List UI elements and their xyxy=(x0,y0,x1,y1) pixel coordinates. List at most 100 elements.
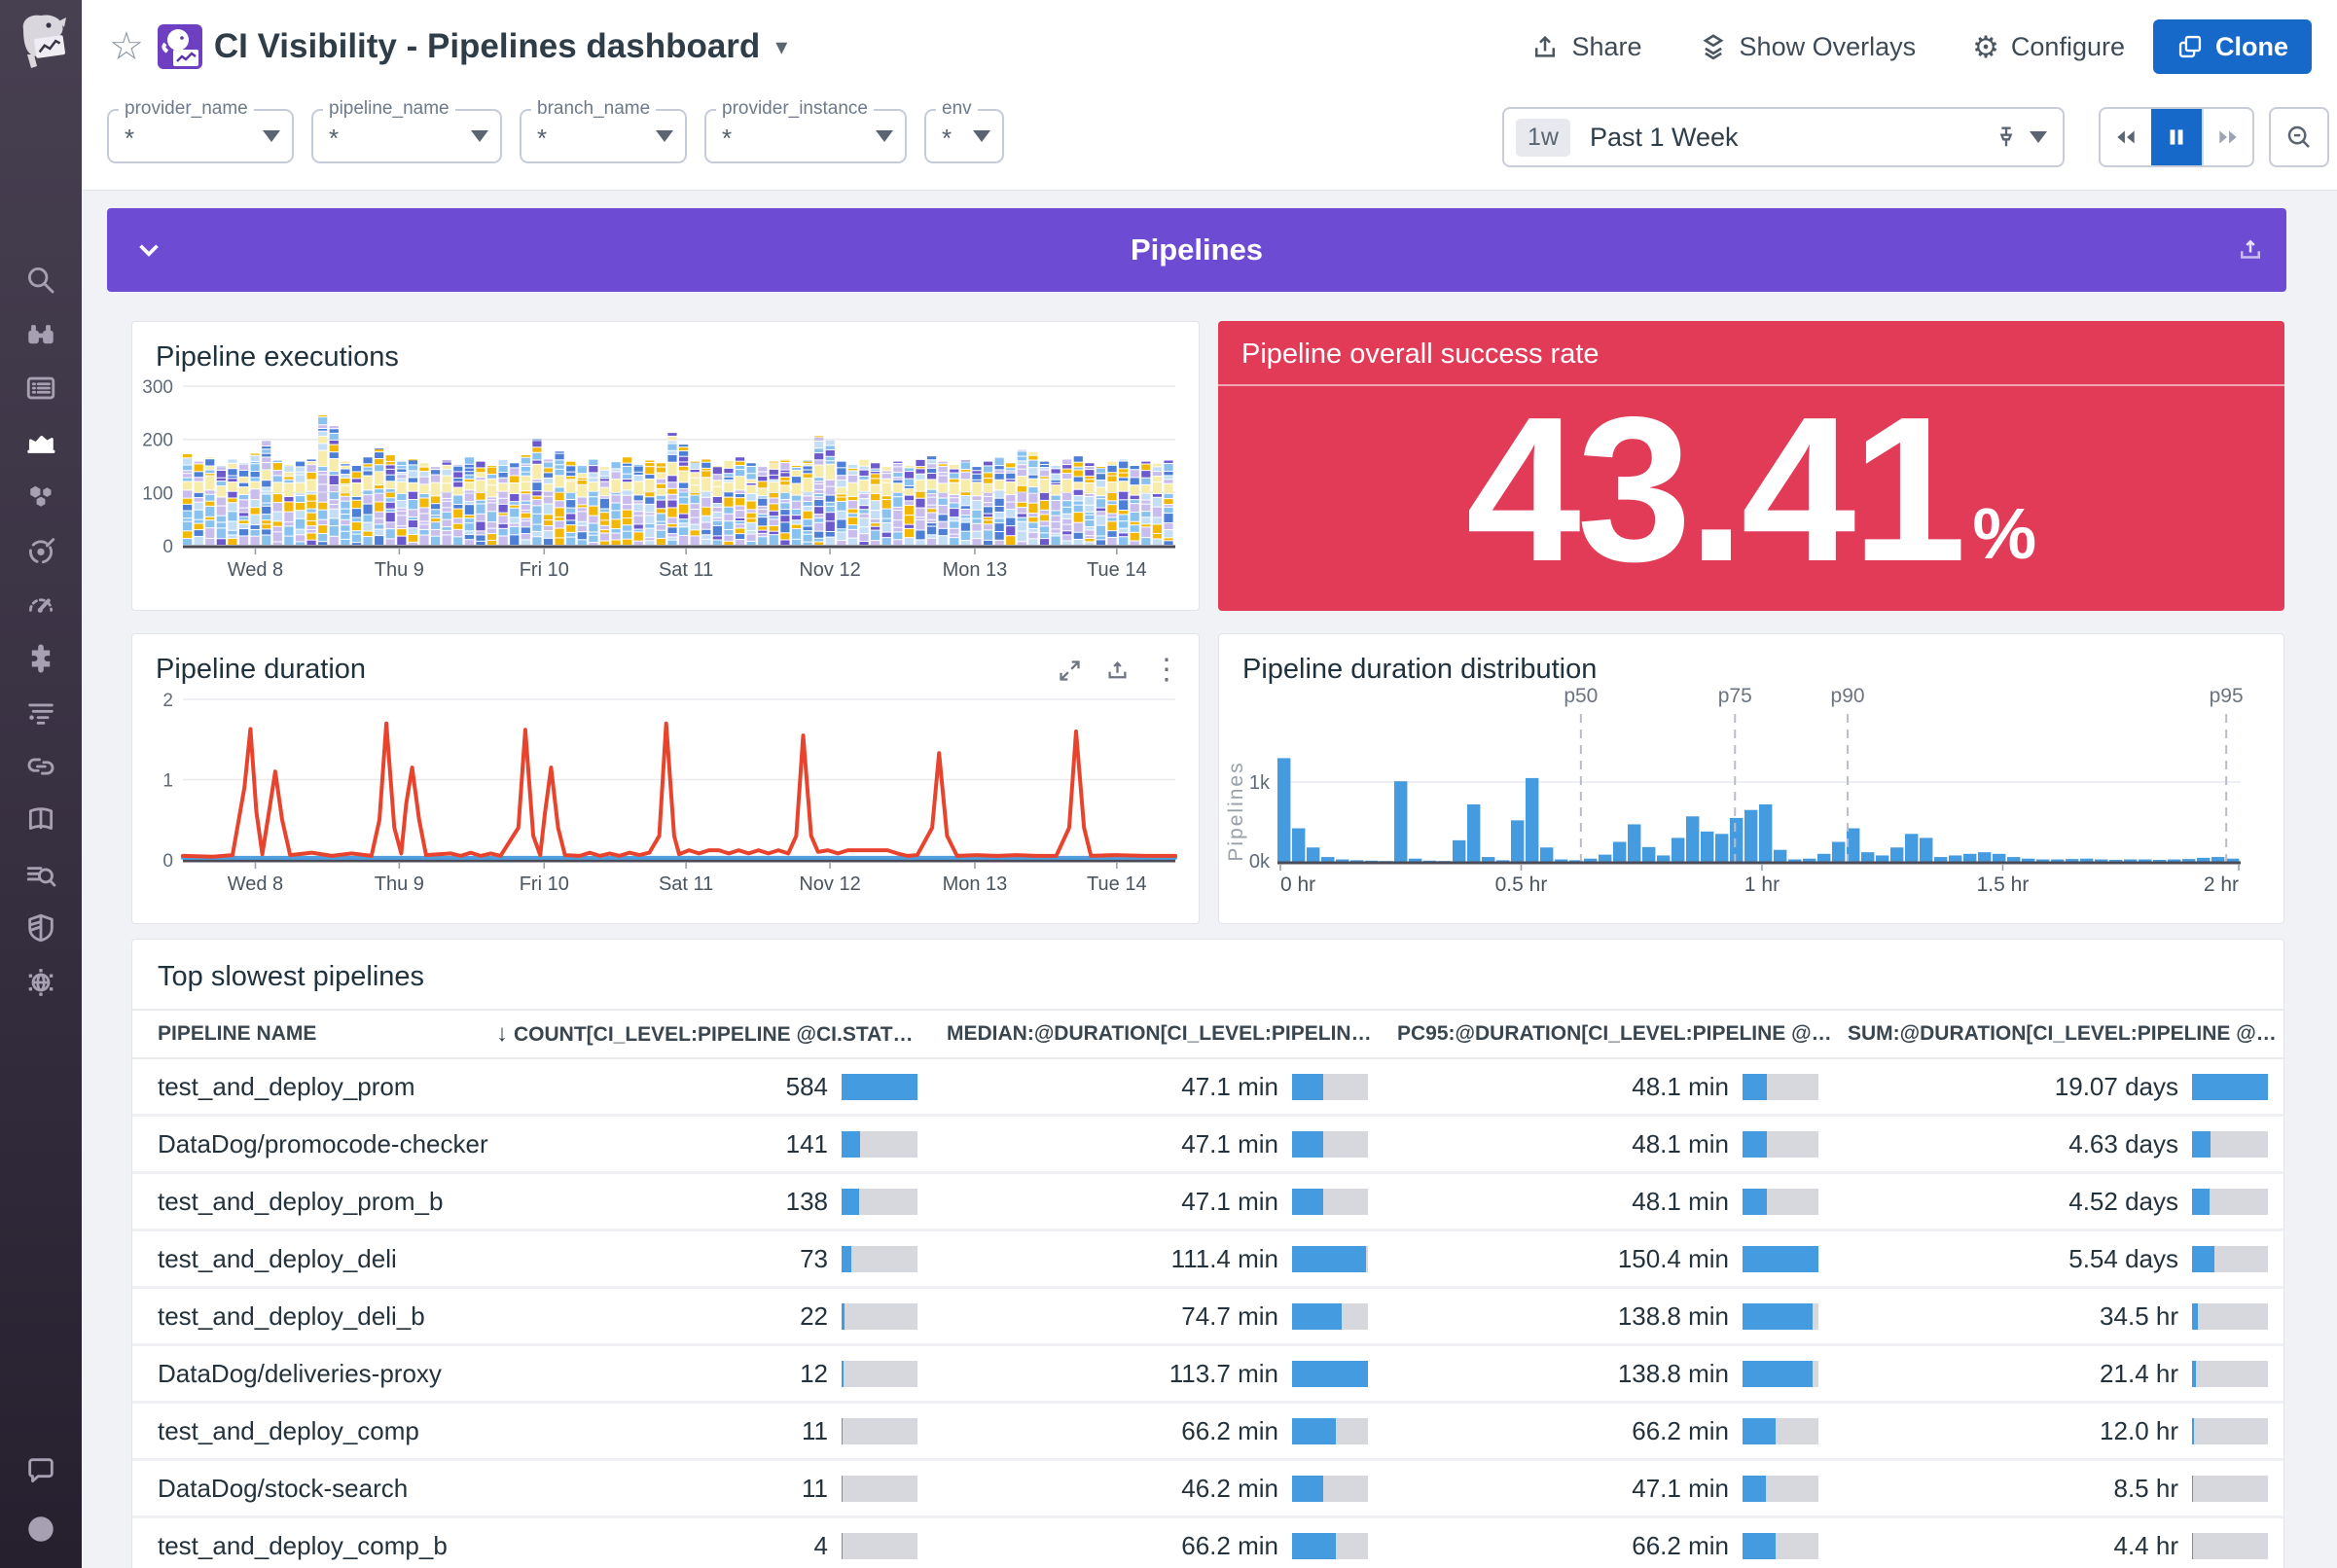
panel-title: Pipeline executions xyxy=(132,322,1199,379)
cell-pc95: 150.4 min xyxy=(1384,1244,1834,1274)
sidebar-item-security-shield[interactable] xyxy=(21,909,60,947)
table-row[interactable]: DataDog/promocode-checker14147.1 min48.1… xyxy=(132,1117,2283,1174)
title-dropdown-caret-icon[interactable]: ▾ xyxy=(775,33,787,61)
median-bar xyxy=(1292,1476,1368,1502)
cell-median: 66.2 min xyxy=(933,1531,1384,1561)
col-pipeline-name[interactable]: PIPELINE NAME xyxy=(132,1022,483,1046)
svg-text:1: 1 xyxy=(162,771,173,792)
filter-pipeline-name[interactable]: pipeline_name * xyxy=(311,109,502,163)
col-median[interactable]: MEDIAN:@DURATION[CI_LEVEL:PIPELIN… xyxy=(933,1022,1384,1046)
svg-text:1k: 1k xyxy=(1249,772,1271,794)
sidebar-item-infrastructure-hexagons[interactable] xyxy=(21,477,60,516)
success-rate-unit: % xyxy=(1972,492,2036,575)
median-bar xyxy=(1292,1189,1368,1215)
time-forward-button[interactable] xyxy=(2202,109,2252,165)
sidebar-item-search[interactable] xyxy=(21,261,60,300)
svg-text:Sat 11: Sat 11 xyxy=(659,559,713,581)
sidebar-item-monitors-target[interactable] xyxy=(21,531,60,570)
sidebar-item-ci-search[interactable] xyxy=(21,855,60,894)
share-button[interactable]: Share xyxy=(1530,32,1641,62)
cell-pc95: 47.1 min xyxy=(1384,1474,1834,1504)
panel-pipeline-duration: Pipeline duration ⋮ 012Wed 8Thu 9Fri 10S… xyxy=(131,633,1200,924)
table-row[interactable]: DataDog/stock-search1146.2 min47.1 min8.… xyxy=(132,1461,2283,1518)
count-bar xyxy=(842,1361,917,1387)
export-icon[interactable] xyxy=(1104,658,1131,684)
col-sum[interactable]: SUM:@DURATION[CI_LEVEL:PIPELINE @… xyxy=(1834,1022,2283,1046)
svg-text:?: ? xyxy=(35,1519,46,1540)
duration-distribution-chart[interactable]: Pipelines1k0kp50p75p90p950 hr0.5 hr1 hr1… xyxy=(1227,685,2278,918)
show-overlays-button[interactable]: Show Overlays xyxy=(1699,32,1917,62)
sum-bar xyxy=(2192,1476,2268,1502)
filter-provider-instance[interactable]: provider_instance * xyxy=(704,109,907,163)
pipeline-executions-chart[interactable]: 0100200300Wed 8Thu 9Fri 10Sat 11Nov 12Mo… xyxy=(140,378,1193,602)
sort-desc-icon: ↓ xyxy=(496,1020,508,1047)
sidebar-item-apm-gauge[interactable] xyxy=(21,585,60,624)
sidebar-item-watchdog-binoculars[interactable] xyxy=(21,315,60,354)
sidebar-item-integrations-puzzle[interactable] xyxy=(21,639,60,678)
table-row[interactable]: test_and_deploy_prom58447.1 min48.1 min1… xyxy=(132,1059,2283,1117)
clone-button[interactable]: Clone xyxy=(2153,19,2312,74)
svg-text:Thu 9: Thu 9 xyxy=(375,873,424,895)
median-bar xyxy=(1292,1533,1368,1559)
time-range-selector[interactable]: 1w Past 1 Week xyxy=(1502,107,2065,167)
sidebar-item-network-globe[interactable] xyxy=(21,963,60,1002)
count-bar xyxy=(842,1189,917,1215)
filter-env[interactable]: env * xyxy=(924,109,1004,163)
export-icon[interactable] xyxy=(2236,235,2265,265)
table-row[interactable]: test_and_deploy_comp_b466.2 min66.2 min4… xyxy=(132,1518,2283,1568)
svg-text:0: 0 xyxy=(162,851,173,872)
cell-sum: 4.4 hr xyxy=(1834,1531,2283,1561)
filter-value: * xyxy=(722,124,732,154)
table-row[interactable]: test_and_deploy_deli_b2274.7 min138.8 mi… xyxy=(132,1289,2283,1346)
zoom-out-button[interactable] xyxy=(2269,107,2329,167)
configure-button[interactable]: ⚙ Configure xyxy=(1972,32,2125,62)
count-bar xyxy=(842,1476,917,1502)
sidebar-item-dashboards[interactable] xyxy=(21,369,60,408)
time-range-label: Past 1 Week xyxy=(1590,123,1739,153)
sidebar-item-chat-bubble[interactable] xyxy=(21,1451,60,1490)
table-row[interactable]: test_and_deploy_prom_b13847.1 min48.1 mi… xyxy=(132,1174,2283,1231)
more-options-icon[interactable]: ⋮ xyxy=(1152,656,1181,685)
time-range-badge: 1w xyxy=(1516,119,1570,157)
datadog-logo[interactable] xyxy=(10,12,72,82)
collapse-chevron-icon[interactable] xyxy=(132,233,165,267)
sidebar-item-logs-filter[interactable] xyxy=(21,693,60,731)
pc95-bar xyxy=(1743,1533,1818,1559)
median-bar xyxy=(1292,1303,1368,1330)
pc95-bar xyxy=(1743,1418,1818,1444)
pin-icon[interactable] xyxy=(1993,124,2020,151)
svg-text:100: 100 xyxy=(142,483,173,504)
col-count[interactable]: ↓COUNT[CI_LEVEL:PIPELINE @CI.STAT… xyxy=(483,1020,933,1048)
filter-provider-name[interactable]: provider_name * xyxy=(107,109,294,163)
cell-count: 4 xyxy=(483,1531,933,1561)
svg-text:1.5 hr: 1.5 hr xyxy=(1977,873,2030,896)
cell-count: 12 xyxy=(483,1359,933,1389)
time-backward-button[interactable] xyxy=(2101,109,2151,165)
sidebar-item-metrics[interactable] xyxy=(21,423,60,462)
clone-label: Clone xyxy=(2215,32,2288,62)
fullscreen-icon[interactable] xyxy=(1057,658,1083,684)
sum-bar xyxy=(2192,1131,2268,1158)
sidebar-item-help[interactable]: ? xyxy=(21,1510,60,1549)
col-pc95[interactable]: PC95:@DURATION[CI_LEVEL:PIPELINE @… xyxy=(1384,1022,1834,1046)
sidebar-item-notebooks[interactable] xyxy=(21,801,60,839)
cell-count: 138 xyxy=(483,1187,933,1217)
cell-pipeline-name: test_and_deploy_comp xyxy=(132,1416,483,1446)
svg-text:0.5 hr: 0.5 hr xyxy=(1495,873,1548,896)
filter-label: pipeline_name xyxy=(323,98,455,120)
table-row[interactable]: test_and_deploy_deli73111.4 min150.4 min… xyxy=(132,1231,2283,1289)
median-bar xyxy=(1292,1361,1368,1387)
pipeline-duration-chart[interactable]: 012Wed 8Thu 9Fri 10Sat 11Nov 12Mon 13Tue… xyxy=(140,693,1193,916)
time-pause-button[interactable] xyxy=(2151,109,2202,165)
sum-bar xyxy=(2192,1189,2268,1215)
table-row[interactable]: test_and_deploy_comp1166.2 min66.2 min12… xyxy=(132,1404,2283,1461)
cell-pc95: 138.8 min xyxy=(1384,1359,1834,1389)
gear-icon: ⚙ xyxy=(1972,32,1999,62)
filter-label: provider_name xyxy=(119,98,254,120)
sidebar-item-synthetics-link[interactable] xyxy=(21,747,60,786)
favorite-star-icon[interactable]: ☆ xyxy=(109,27,144,66)
table-row[interactable]: DataDog/deliveries-proxy12113.7 min138.8… xyxy=(132,1346,2283,1404)
cell-count: 22 xyxy=(483,1301,933,1332)
filter-branch-name[interactable]: branch_name * xyxy=(520,109,687,163)
filter-label: provider_instance xyxy=(716,98,874,120)
